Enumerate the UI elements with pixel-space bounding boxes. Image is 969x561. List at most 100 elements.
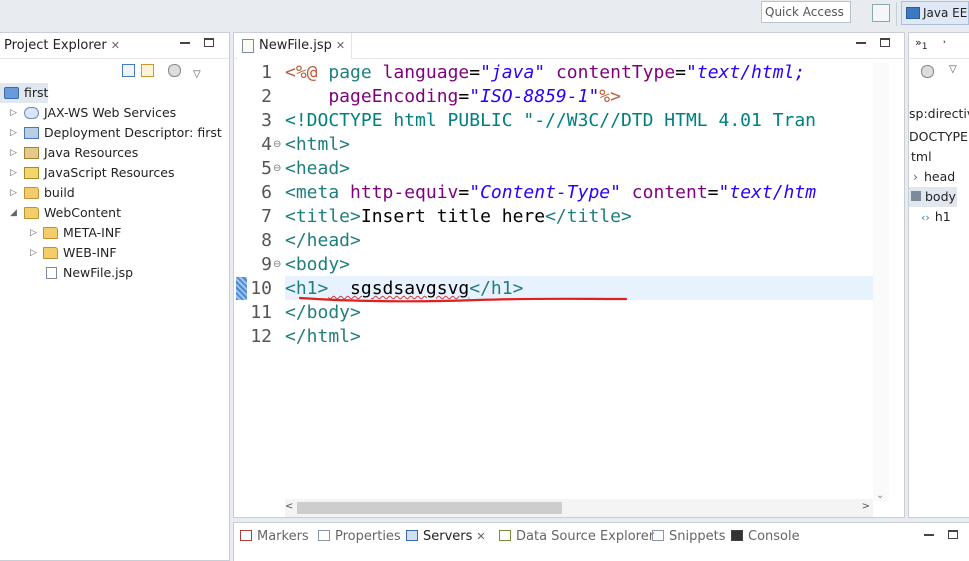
tab-data-source-explorer[interactable]: Data Source Explorer xyxy=(499,529,654,544)
editor-vertical-scrollbar[interactable]: ⌄ xyxy=(873,63,889,501)
view-controls xyxy=(180,37,214,50)
scroll-down-icon[interactable]: ⌄ xyxy=(876,490,884,501)
fold-toggle-icon[interactable]: ⊖ xyxy=(273,133,281,157)
scroll-thumb[interactable] xyxy=(297,502,562,514)
outline-tab-overflow[interactable]: ˒ xyxy=(943,36,946,49)
line-number: 3 xyxy=(261,110,272,131)
outline-item-html[interactable]: tml xyxy=(911,149,932,164)
close-icon[interactable]: ✕ xyxy=(336,39,345,52)
filter-icon[interactable] xyxy=(168,64,181,77)
tree-item-first[interactable]: first xyxy=(0,83,48,103)
link-with-editor-icon[interactable] xyxy=(141,64,154,77)
tree-item-meta-inf[interactable]: ▷ META-INF xyxy=(0,223,230,243)
tab-snippets[interactable]: Snippets xyxy=(652,529,725,544)
minimize-icon[interactable] xyxy=(924,534,934,536)
project-icon xyxy=(4,87,19,99)
outline-tab-icon[interactable]: »1 xyxy=(915,36,928,52)
code-line-7[interactable]: <title>Insert title here</title> xyxy=(285,205,873,229)
line-number: 1 xyxy=(261,62,272,83)
fold-toggle-icon[interactable]: ⊖ xyxy=(273,157,281,181)
tree-item-javascript-resources[interactable]: ▷ JavaScript Resources xyxy=(0,163,230,183)
chevron-right-icon[interactable]: › xyxy=(913,169,918,184)
jsp-file-icon xyxy=(242,39,254,53)
tab-markers[interactable]: Markers xyxy=(240,529,309,544)
close-icon[interactable]: ✕ xyxy=(476,530,485,543)
jsp-file-icon xyxy=(46,267,57,279)
code-line-8[interactable]: </head> xyxy=(285,229,873,253)
code-line-1[interactable]: <%@ page language="java" contentType="te… xyxy=(285,61,873,85)
outline-item-h1[interactable]: ‹› h1 xyxy=(921,209,951,224)
view-menu-icon[interactable]: ▽ xyxy=(193,69,201,80)
element-icon xyxy=(911,191,921,201)
quick-access-input[interactable]: Quick Access xyxy=(761,1,851,23)
folder-icon xyxy=(43,227,58,239)
code-line-11[interactable]: </body> xyxy=(285,301,873,325)
project-explorer-tab[interactable]: Project Explorer ✕ xyxy=(4,38,120,53)
servers-icon xyxy=(406,530,418,541)
tree-item-java-resources[interactable]: ▷ Java Resources xyxy=(0,143,230,163)
snippets-icon xyxy=(652,530,664,541)
line-number: 7 xyxy=(261,206,272,227)
tab-console[interactable]: Console xyxy=(731,529,800,544)
tree-item-webcontent[interactable]: ◢ WebContent xyxy=(0,203,230,223)
line-number: 2 xyxy=(261,86,272,107)
code-line-3[interactable]: <!DOCTYPE html PUBLIC "-//W3C//DTD HTML … xyxy=(285,109,873,133)
maximize-icon[interactable] xyxy=(879,38,890,47)
outline-view-menu-icon[interactable]: ▽ xyxy=(949,64,957,75)
code-line-9[interactable]: <body> xyxy=(285,253,873,277)
code-line-4[interactable]: <html> xyxy=(285,133,873,157)
line-number: 4 xyxy=(261,134,272,155)
line-number: 12 xyxy=(250,326,272,347)
folder-icon xyxy=(24,187,39,199)
java-resources-icon xyxy=(24,147,39,159)
tree-item-web-inf[interactable]: ▷ WEB-INF xyxy=(0,243,230,263)
scroll-left-icon[interactable]: < xyxy=(285,501,293,512)
minimize-icon[interactable] xyxy=(856,42,866,44)
fold-toggle-icon[interactable]: ⊖ xyxy=(273,253,281,277)
outline-item-body[interactable]: body xyxy=(909,187,957,207)
line-number: 5 xyxy=(261,158,272,179)
open-perspective-icon[interactable] xyxy=(872,4,890,22)
line-number: 10 xyxy=(250,278,272,299)
properties-icon xyxy=(318,530,330,541)
code-line-6[interactable]: <meta http-equiv="Content-Type" content=… xyxy=(285,181,873,205)
tag-icon: ‹› xyxy=(921,211,930,224)
editor-view-controls xyxy=(856,37,890,50)
project-tree: first ▷ JAX-WS Web Services ▷ Deployment… xyxy=(0,83,230,283)
close-icon[interactable]: ✕ xyxy=(111,39,120,52)
project-explorer-view: Project Explorer ✕ ▽ first ▷ JAX-WS Web S… xyxy=(0,32,230,561)
outline-item-head[interactable]: › head xyxy=(913,169,955,184)
maximize-icon[interactable] xyxy=(947,530,958,539)
web-services-icon xyxy=(24,107,39,119)
tree-item-jax-ws[interactable]: ▷ JAX-WS Web Services xyxy=(0,103,230,123)
java-ee-perspective-button[interactable]: Java EE xyxy=(901,1,969,25)
tree-item-newfile-jsp[interactable]: NewFile.jsp xyxy=(0,263,230,283)
editor-tab-newfile-jsp[interactable]: NewFile.jsp ✕ xyxy=(237,33,353,59)
tree-item-deployment-descriptor[interactable]: ▷ Deployment Descriptor: first xyxy=(0,123,230,143)
collapse-all-icon[interactable] xyxy=(122,64,135,77)
tree-item-build[interactable]: ▷ build xyxy=(0,183,230,203)
outline-item-directive[interactable]: sp:directive xyxy=(909,106,969,121)
editor-tabbar: NewFile.jsp ✕ xyxy=(234,33,904,59)
red-annotation-underline xyxy=(298,296,628,303)
line-number: 8 xyxy=(261,230,272,251)
tab-properties[interactable]: Properties xyxy=(318,529,401,544)
code-line-5[interactable]: <head> xyxy=(285,157,873,181)
outline-tabbar: »1 ˒ xyxy=(909,33,969,59)
bottom-views-panel: Markers Properties Servers ✕ Data Source … xyxy=(233,522,969,561)
editor-horizontal-scrollbar[interactable]: < > xyxy=(285,499,873,517)
code-line-2[interactable]: pageEncoding="ISO-8859-1"%> xyxy=(285,85,873,109)
minimize-icon[interactable] xyxy=(180,42,190,44)
scroll-right-icon[interactable]: > xyxy=(862,501,870,512)
maximize-icon[interactable] xyxy=(203,38,214,47)
outline-item-doctype[interactable]: DOCTYPE:h xyxy=(909,129,969,144)
markers-icon xyxy=(240,530,252,541)
outline-filter-icon[interactable] xyxy=(921,65,934,78)
project-explorer-toolbar: ▽ xyxy=(122,64,201,80)
line-number: 11 xyxy=(250,302,272,323)
tab-servers[interactable]: Servers ✕ xyxy=(406,529,486,544)
line-number: 6 xyxy=(261,182,272,203)
javascript-resources-icon xyxy=(24,167,39,179)
code-line-12[interactable]: </html> xyxy=(285,325,873,349)
java-ee-icon xyxy=(906,7,920,19)
